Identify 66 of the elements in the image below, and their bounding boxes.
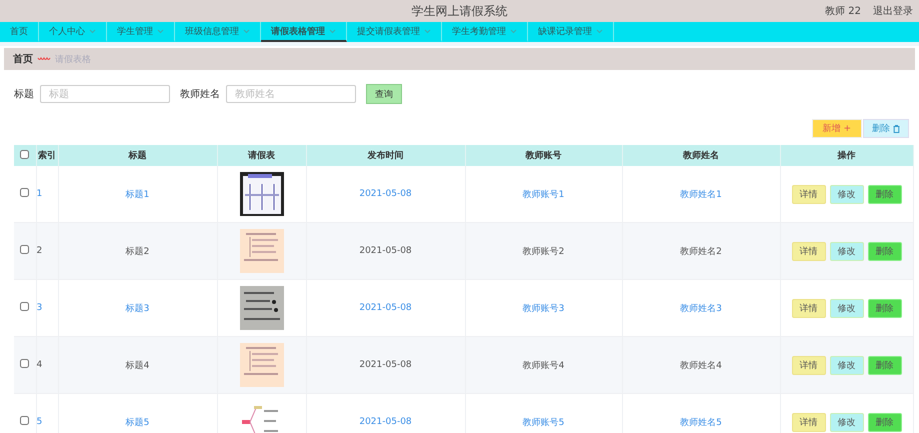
row-checkbox[interactable] <box>20 359 30 368</box>
trash-icon <box>893 124 900 132</box>
delete-row-button[interactable]: 删除 <box>868 298 902 318</box>
app-title: 学生网上请假系统 <box>412 2 508 20</box>
search-field[interactable]: 标题 <box>40 85 170 103</box>
name-cell: 教师姓名3 <box>680 304 722 314</box>
account-cell: 教师账号3 <box>522 304 564 314</box>
search-field[interactable]: 教师姓名 <box>226 85 356 103</box>
index-cell: 4 <box>36 360 42 370</box>
column-header: 教师姓名 <box>622 145 780 166</box>
index-cell: 1 <box>36 189 42 199</box>
index-cell: 3 <box>36 303 42 313</box>
row-checkbox[interactable] <box>20 302 30 311</box>
name-cell: 教师姓名2 <box>680 246 722 256</box>
name-cell: 教师姓名5 <box>680 418 722 428</box>
column-header: 索引 <box>36 145 58 166</box>
title-cell: 标题5 <box>126 418 150 428</box>
account-cell: 教师账号4 <box>522 360 564 370</box>
title-cell: 标题1 <box>126 190 150 200</box>
field-label: 教师姓名 <box>180 88 220 101</box>
details-button[interactable]: 详情 <box>792 412 826 432</box>
index-cell: 5 <box>36 417 42 427</box>
details-button[interactable]: 详情 <box>792 184 826 204</box>
edit-button[interactable]: 修改 <box>830 184 864 204</box>
details-button[interactable]: 详情 <box>792 242 826 260</box>
delete-row-button[interactable]: 删除 <box>868 412 902 432</box>
field-label: 标题 <box>14 88 34 101</box>
edit-button[interactable]: 修改 <box>830 242 864 260</box>
edit-button[interactable]: 修改 <box>830 356 864 374</box>
column-header: 发布时间 <box>306 145 465 166</box>
time-cell: 2021-05-08 <box>359 189 412 199</box>
row-checkbox[interactable] <box>20 416 30 425</box>
name-cell: 教师姓名4 <box>680 360 722 370</box>
add-button[interactable]: 新增 + <box>812 119 862 138</box>
query-button[interactable]: 查询 <box>366 84 402 104</box>
delete-button[interactable]: 删除 <box>863 119 909 138</box>
time-cell: 2021-05-08 <box>359 246 412 256</box>
index-cell: 2 <box>36 246 42 256</box>
row-checkbox[interactable] <box>20 245 30 254</box>
delete-row-button[interactable]: 删除 <box>868 242 902 260</box>
details-button[interactable]: 详情 <box>792 298 826 318</box>
title-cell: 标题4 <box>126 360 150 370</box>
logout-link[interactable]: 退出登录 <box>873 4 913 18</box>
title-cell: 标题3 <box>126 304 150 314</box>
details-button[interactable]: 详情 <box>792 356 826 374</box>
column-header: 请假表 <box>217 145 306 166</box>
edit-button[interactable]: 修改 <box>830 298 864 318</box>
column-header: 标题 <box>58 145 217 166</box>
account-cell: 教师账号1 <box>522 190 564 200</box>
edit-button[interactable]: 修改 <box>830 412 864 432</box>
select-all-checkbox[interactable] <box>20 150 30 158</box>
row-checkbox[interactable] <box>20 188 30 197</box>
delete-row-button[interactable]: 删除 <box>868 184 902 204</box>
time-cell: 2021-05-08 <box>359 417 412 427</box>
title-cell: 标题2 <box>126 246 150 256</box>
breadcrumb-home[interactable]: 首页 <box>13 52 33 66</box>
name-cell: 教师姓名1 <box>680 190 722 200</box>
account-cell: 教师账号2 <box>522 246 564 256</box>
column-header: 教师账号 <box>465 145 622 166</box>
separator-icon <box>37 56 51 62</box>
delete-row-button[interactable]: 删除 <box>868 356 902 374</box>
user-label: 教师 22 <box>825 5 861 18</box>
time-cell: 2021-05-08 <box>359 303 412 313</box>
time-cell: 2021-05-08 <box>359 360 412 370</box>
account-cell: 教师账号5 <box>522 418 564 428</box>
column-header: 操作 <box>780 145 913 166</box>
